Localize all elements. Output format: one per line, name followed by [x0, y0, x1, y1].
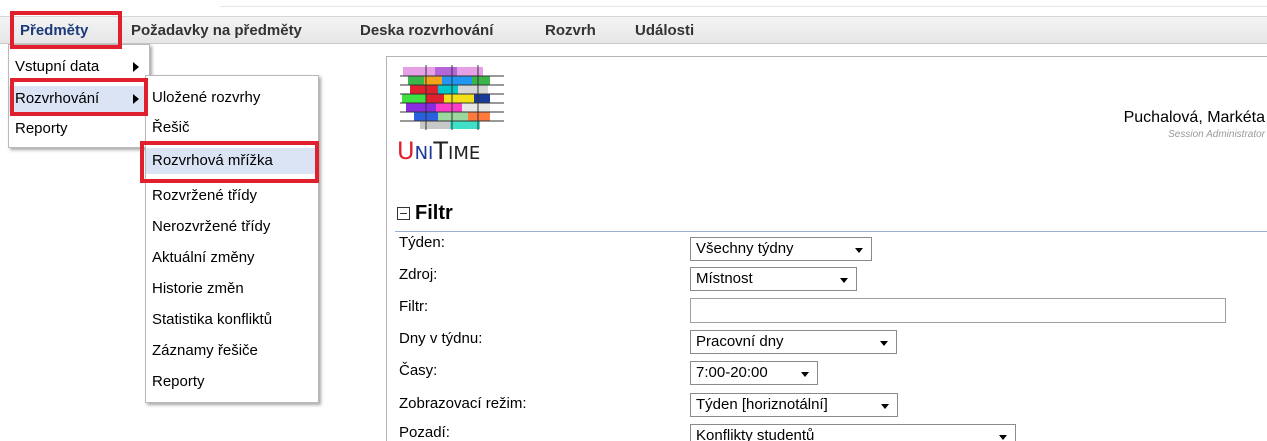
user-role: Session Administrator: [1168, 129, 1265, 140]
menu-item-statistika-konfliktu[interactable]: Statistika konfliktů: [146, 307, 318, 333]
unitime-logo-icon: [400, 65, 504, 130]
days-label: Dny v týdnu:: [399, 330, 483, 347]
main-menubar: Předměty Požadavky na předměty Deska roz…: [0, 16, 1267, 44]
menu-item-label: Reporty: [15, 120, 68, 137]
days-select-value: Pracovní dny: [696, 333, 784, 350]
chevron-down-icon: [881, 404, 889, 409]
background-select[interactable]: Konflikty studentů: [690, 424, 1016, 441]
chevron-down-icon: [999, 435, 1007, 440]
submenu-arrow-icon: [133, 94, 139, 104]
filter-title: Filtr: [415, 202, 453, 224]
menu-item-reporty-2[interactable]: Reporty: [146, 369, 318, 395]
menu-item-label: Vstupní data: [15, 58, 100, 75]
times-select-value: 7:00-20:00: [696, 364, 768, 381]
background-label: Pozadí:: [399, 424, 450, 441]
resource-select-value: Místnost: [696, 270, 753, 287]
submenu-arrow-icon: [133, 62, 139, 72]
menu-item-nerozvrzene-tridy[interactable]: Nerozvržené třídy: [146, 214, 318, 240]
menu-item-zaznamy-resice[interactable]: Záznamy řešiče: [146, 338, 318, 364]
menu-udalosti[interactable]: Události: [635, 17, 694, 44]
resource-select[interactable]: Místnost: [690, 267, 857, 291]
rozvrhovani-dropdown: Uložené rozvrhy Řešič Rozvrhová mřížka R…: [145, 75, 319, 403]
menu-item-rozvrhova-mrizka[interactable]: Rozvrhová mřížka: [146, 148, 318, 174]
chevron-down-icon: [880, 341, 888, 346]
background-select-value: Konflikty studentů: [696, 427, 815, 441]
resource-label: Zdroj:: [399, 266, 438, 283]
display-mode-label: Zobrazovací režim:: [399, 395, 527, 412]
chevron-down-icon: [855, 248, 863, 253]
menu-predmety[interactable]: Předměty: [20, 17, 88, 44]
days-select[interactable]: Pracovní dny: [690, 330, 897, 354]
display-mode-select-value: Týden [horiznotální]: [696, 396, 828, 413]
menu-pozadavky-na-predmety[interactable]: Požadavky na předměty: [131, 17, 302, 44]
filter-label: Filtr:: [399, 298, 429, 315]
menu-item-ulozene-rozvrhy[interactable]: Uložené rozvrhy: [146, 85, 318, 111]
times-select[interactable]: 7:00-20:00: [690, 361, 818, 385]
week-label: Týden:: [399, 234, 445, 251]
menu-item-resic[interactable]: Řešič: [146, 115, 318, 141]
main-content: UNITIME Puchalová, Markéta Session Admin…: [386, 56, 1267, 441]
user-name[interactable]: Puchalová, Markéta: [1124, 109, 1265, 127]
chevron-down-icon: [840, 278, 848, 283]
menu-item-rozvrhovani[interactable]: Rozvrhování: [9, 86, 149, 112]
collapse-icon[interactable]: [397, 207, 410, 220]
week-select[interactable]: Všechny týdny: [690, 237, 872, 261]
times-label: Časy:: [399, 362, 438, 379]
week-select-value: Všechny týdny: [696, 240, 794, 257]
filter-divider: [395, 231, 1267, 232]
menu-rozvrh[interactable]: Rozvrh: [545, 17, 596, 44]
top-divider: [220, 6, 1267, 7]
predmety-dropdown: Vstupní data Rozvrhování Reporty: [8, 44, 150, 148]
menu-deska-rozvrhovani[interactable]: Deska rozvrhování: [360, 17, 493, 44]
menu-item-label: Rozvrhování: [15, 90, 100, 107]
unitime-logo-text: UNITIME: [397, 137, 481, 165]
chevron-down-icon: [801, 372, 809, 377]
display-mode-select[interactable]: Týden [horiznotální]: [690, 393, 898, 417]
menu-item-historie-zmen[interactable]: Historie změn: [146, 276, 318, 302]
menu-item-rozvrzene-tridy[interactable]: Rozvržené třídy: [146, 183, 318, 209]
filter-section-header[interactable]: Filtr: [397, 202, 453, 225]
menu-item-reporty[interactable]: Reporty: [9, 116, 149, 142]
filter-input[interactable]: [690, 298, 1226, 323]
menu-item-vstupni-data[interactable]: Vstupní data: [9, 54, 149, 80]
menu-item-aktualni-zmeny[interactable]: Aktuální změny: [146, 245, 318, 271]
